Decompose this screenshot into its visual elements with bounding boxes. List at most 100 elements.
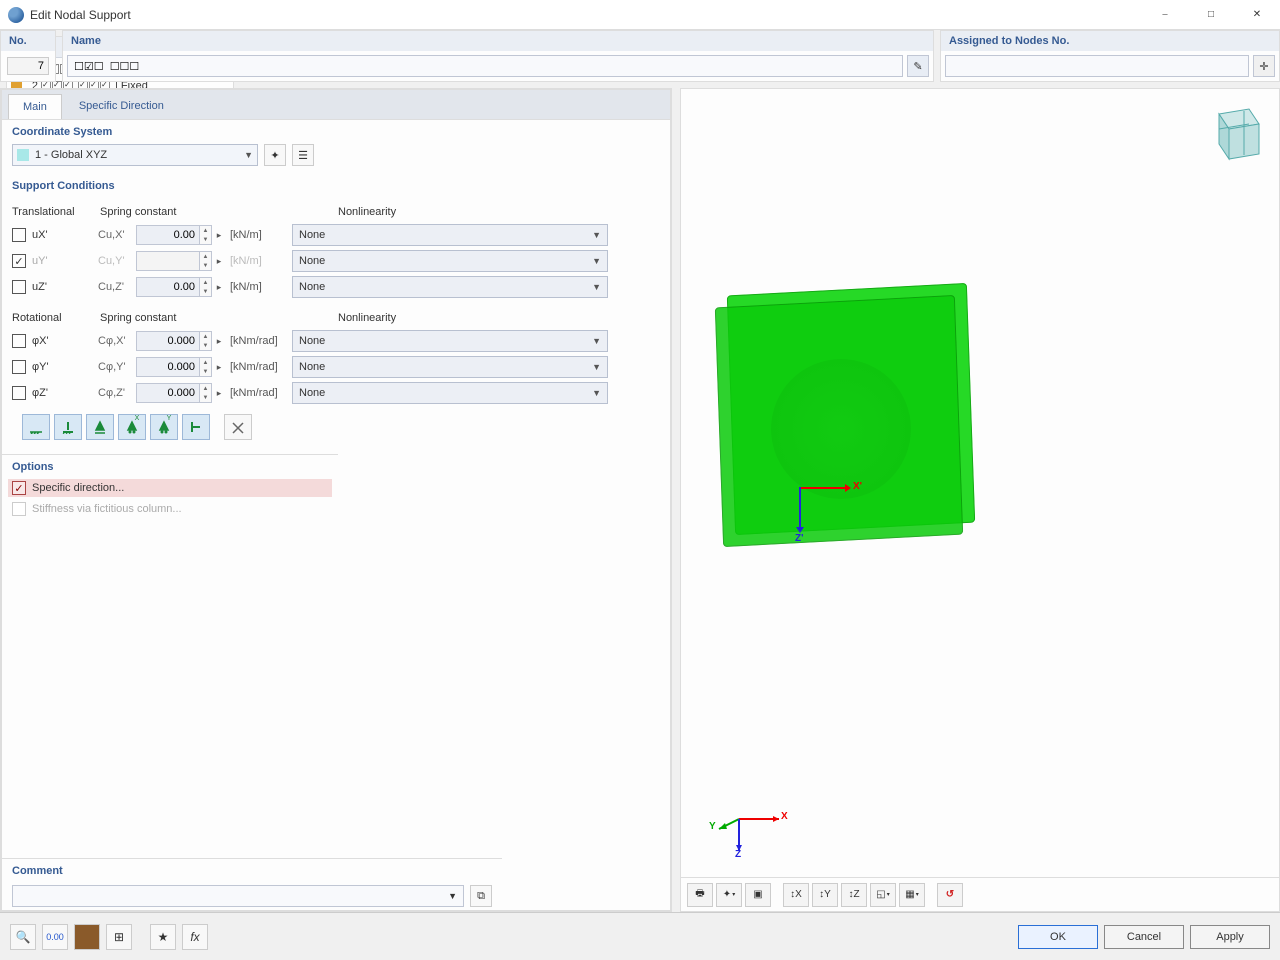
arrow-icon[interactable]: ▸	[212, 225, 226, 245]
spinner-uz[interactable]: ▲▼	[200, 277, 212, 297]
titlebar: Edit Nodal Support – □ ✕	[0, 0, 1280, 30]
minimize-button[interactable]: –	[1142, 0, 1188, 30]
spring-input-ux[interactable]	[136, 225, 200, 245]
function-button[interactable]: fx	[182, 924, 208, 950]
checkbox-uz[interactable]	[12, 280, 26, 294]
preset-free-icon[interactable]	[224, 414, 252, 440]
coord-edit-button[interactable]: ☰	[292, 144, 314, 166]
pv-print-button[interactable]: 🖶	[687, 883, 713, 907]
support-row-rx: φX' Cφ,X' ▲▼ ▸ [kNm/rad] None▼	[12, 328, 660, 354]
checkbox-rz[interactable]	[12, 386, 26, 400]
ok-button[interactable]: OK	[1018, 925, 1098, 949]
preview-panel: X' Z' X Y Z 🖶 ✦▾ ▣	[680, 88, 1280, 912]
pv-axis-button[interactable]: ✦▾	[716, 883, 742, 907]
comment-header: Comment	[2, 859, 502, 881]
arrow-icon[interactable]: ▸	[212, 357, 226, 377]
axis-indicator: X Y Z	[709, 789, 789, 859]
close-button[interactable]: ✕	[1234, 0, 1280, 30]
comment-box: Comment ▼ ⧉	[2, 858, 502, 910]
spring-input-rz[interactable]	[136, 383, 200, 403]
checkbox-stiffness-column	[12, 502, 26, 516]
preset-fixed-icon[interactable]	[54, 414, 82, 440]
cancel-button[interactable]: Cancel	[1104, 925, 1184, 949]
support-row-uz: uZ' Cu,Z' ▲▼ ▸ [kN/m] None▼	[12, 274, 660, 300]
pv-view-y-button[interactable]: ↕Y	[812, 883, 838, 907]
favorites-button[interactable]: ★	[150, 924, 176, 950]
support-row-ry: φY' Cφ,Y' ▲▼ ▸ [kNm/rad] None▼	[12, 354, 660, 380]
spring-header-2: Spring constant	[100, 312, 250, 324]
support-row-rz: φZ' Cφ,Z' ▲▼ ▸ [kNm/rad] None▼	[12, 380, 660, 406]
spring-input-ry[interactable]	[136, 357, 200, 377]
coord-system-combo[interactable]: 1 - Global XYZ ▼	[12, 144, 258, 166]
name-edit-button[interactable]: ✎	[907, 55, 929, 77]
material-button[interactable]	[74, 924, 100, 950]
nonlinearity-combo-uy[interactable]: None▼	[292, 250, 608, 272]
arrow-icon[interactable]: ▸	[212, 331, 226, 351]
chevron-down-icon: ▼	[448, 891, 457, 901]
name-input[interactable]	[67, 55, 903, 77]
nonlinearity-combo-uz[interactable]: None▼	[292, 276, 608, 298]
spring-input-rx[interactable]	[136, 331, 200, 351]
maximize-button[interactable]: □	[1188, 0, 1234, 30]
name-box: Name ✎	[62, 30, 934, 82]
nonlinearity-combo-ux[interactable]: None▼	[292, 224, 608, 246]
name-header: Name	[63, 31, 933, 51]
checkbox-rx[interactable]	[12, 334, 26, 348]
units-button[interactable]: 0.00	[42, 924, 68, 950]
pv-render-button[interactable]: ▦▾	[899, 883, 925, 907]
option-specific-direction[interactable]: Specific direction...	[8, 479, 332, 497]
tab-specific-direction[interactable]: Specific Direction	[64, 93, 179, 119]
comment-combo[interactable]: ▼	[12, 885, 464, 907]
rotational-header: Rotational	[12, 312, 100, 324]
pick-nodes-button[interactable]: ✛	[1253, 55, 1275, 77]
preset-roller-y-icon[interactable]: Y	[150, 414, 178, 440]
preset-wall-icon[interactable]	[182, 414, 210, 440]
arrow-icon[interactable]: ▸	[212, 383, 226, 403]
spinner-rz[interactable]: ▲▼	[200, 383, 212, 403]
checkbox-ry[interactable]	[12, 360, 26, 374]
coord-swatch-icon	[17, 149, 29, 161]
apply-button[interactable]: Apply	[1190, 925, 1270, 949]
tab-main[interactable]: Main	[8, 94, 62, 120]
checkbox-uy[interactable]	[12, 254, 26, 268]
spinner-rx[interactable]: ▲▼	[200, 331, 212, 351]
coord-new-button[interactable]: ✦	[264, 144, 286, 166]
tabs-container: Main Specific Direction Coordinate Syste…	[0, 88, 672, 912]
spinner-ry[interactable]: ▲▼	[200, 357, 212, 377]
model-preview[interactable]: X' Z'	[711, 279, 991, 559]
pv-view-button[interactable]: ▣	[745, 883, 771, 907]
checkbox-ux[interactable]	[12, 228, 26, 242]
app-icon	[8, 7, 24, 23]
preview-toolbar: 🖶 ✦▾ ▣ ↕X ↕Y ↕Z ◱▾ ▦▾ ↺	[681, 877, 1279, 911]
nonlinearity-combo-rz[interactable]: None▼	[292, 382, 608, 404]
assign-box: Assigned to Nodes No. ✛	[940, 30, 1280, 82]
pv-view-x-button[interactable]: ↕X	[783, 883, 809, 907]
arrow-icon[interactable]: ▸	[212, 277, 226, 297]
dialog-bottombar: 🔍 0.00 ⊞ ★ fx OK Cancel Apply	[0, 912, 1280, 960]
arrow-icon: ▸	[212, 251, 226, 271]
nonlinearity-combo-ry[interactable]: None▼	[292, 356, 608, 378]
preset-bar: X Y	[12, 406, 660, 448]
comment-library-button[interactable]: ⧉	[470, 885, 492, 907]
assign-input[interactable]	[945, 55, 1249, 77]
option-stiffness-column: Stiffness via fictitious column...	[2, 499, 338, 519]
pv-iso-button[interactable]: ◱▾	[870, 883, 896, 907]
preset-hinged-icon[interactable]	[22, 414, 50, 440]
pv-reset-button[interactable]: ↺	[937, 883, 963, 907]
spinner-ux[interactable]: ▲▼	[200, 225, 212, 245]
no-input[interactable]	[7, 57, 49, 75]
preset-roller-x-icon[interactable]: X	[118, 414, 146, 440]
preset-roller-icon[interactable]	[86, 414, 114, 440]
no-header: No.	[1, 31, 55, 51]
pv-view-z-button[interactable]: ↕Z	[841, 883, 867, 907]
section-button[interactable]: ⊞	[106, 924, 132, 950]
spring-input-uz[interactable]	[136, 277, 200, 297]
nonlinearity-combo-rx[interactable]: None▼	[292, 330, 608, 352]
tabstrip: Main Specific Direction	[1, 89, 671, 119]
checkbox-specific-direction[interactable]	[12, 481, 26, 495]
support-row-uy: uY' Cu,Y' ▲▼ ▸ [kN/m] None▼	[12, 248, 660, 274]
nav-cube[interactable]	[1199, 99, 1269, 169]
support-row-ux: uX' Cu,X' ▲▼ ▸ [kN/m] None▼	[12, 222, 660, 248]
coord-header: Coordinate System	[2, 120, 670, 142]
help-button[interactable]: 🔍	[10, 924, 36, 950]
